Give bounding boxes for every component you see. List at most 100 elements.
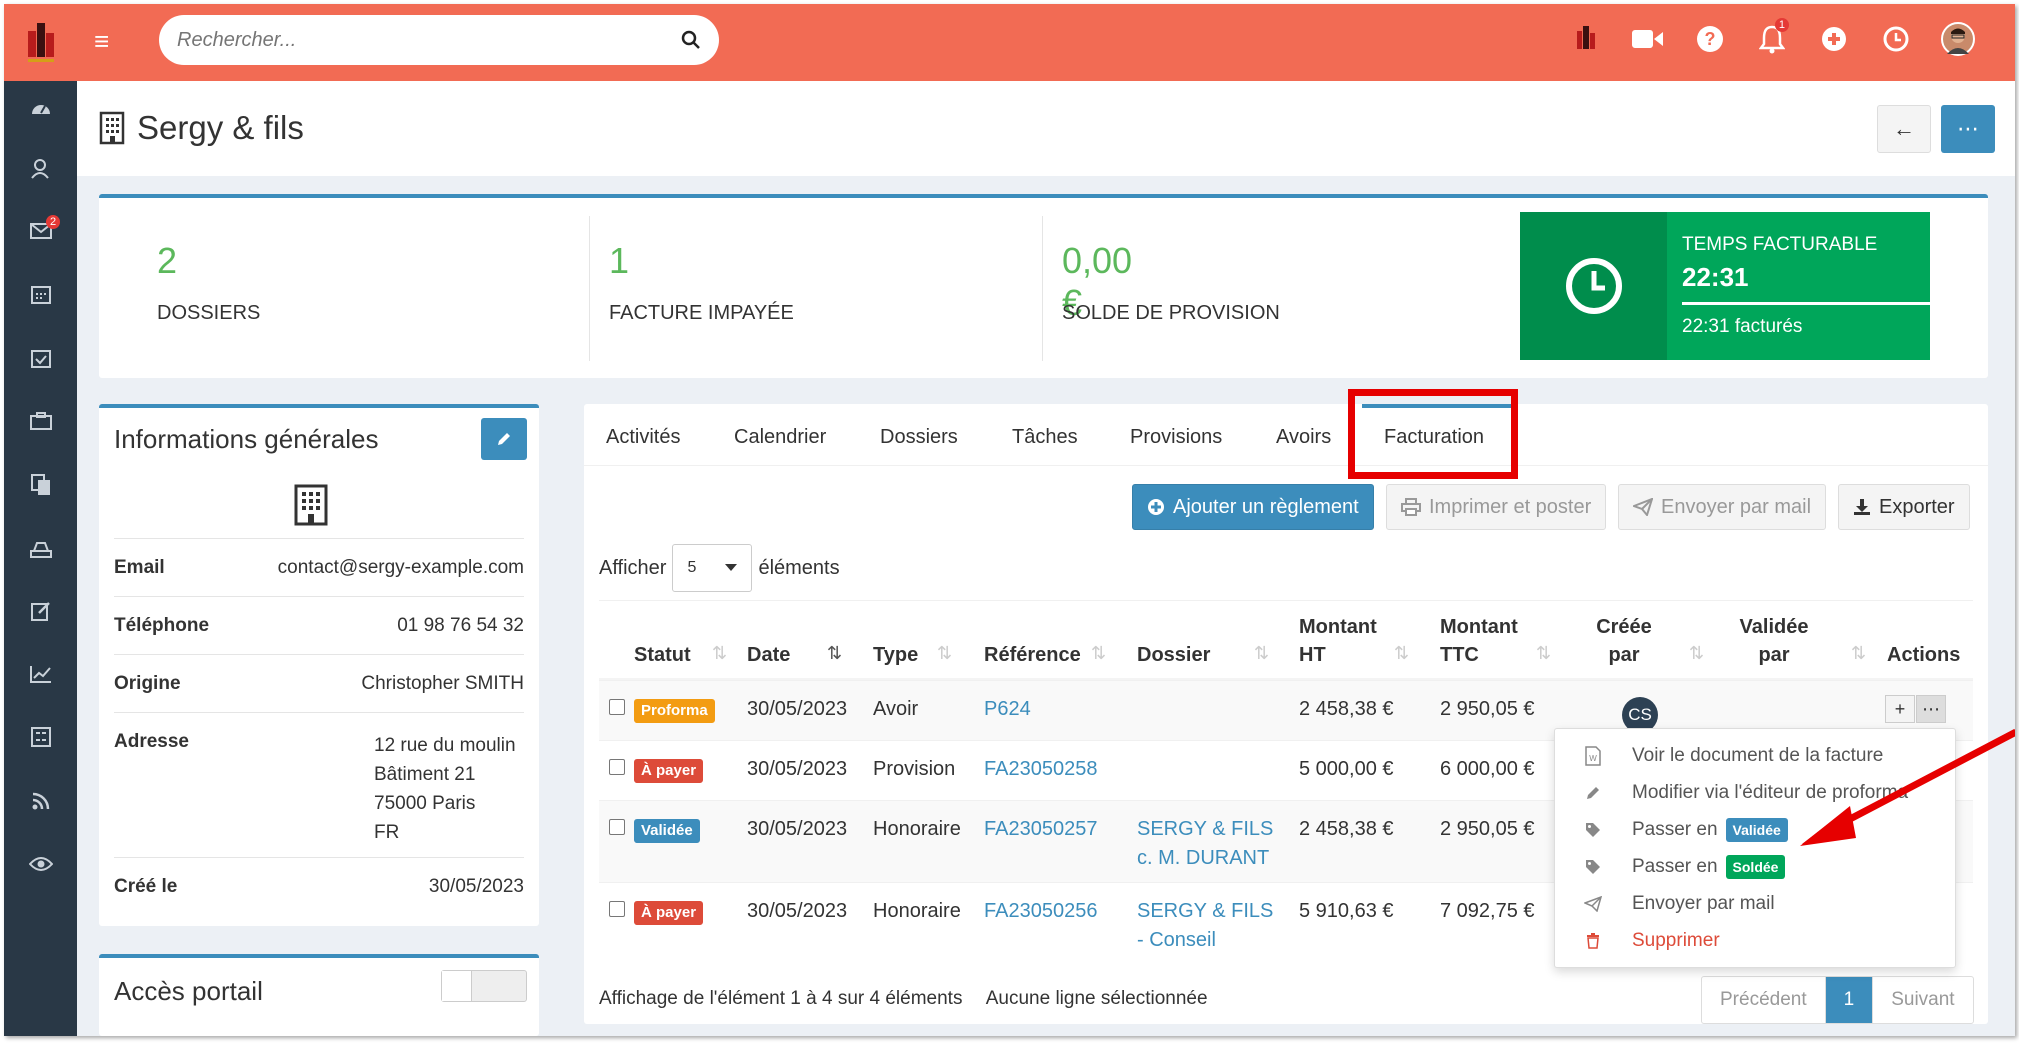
portal-toggle[interactable] (441, 970, 527, 1002)
col-montant-ttc[interactable]: Montant TTC (1440, 613, 1518, 669)
menu-item-set-soldee[interactable]: Passer en Soldée (1555, 848, 1957, 885)
menu-item-delete[interactable]: Supprimer (1555, 922, 1957, 959)
col-actions: Actions (1887, 644, 1961, 666)
sidebar-item-dashboard[interactable] (4, 87, 77, 127)
col-validee-par[interactable]: Validée par (1729, 613, 1819, 669)
stat-label: FACTURE IMPAYÉE (609, 302, 794, 324)
sort-icon[interactable]: ⇅ (1394, 643, 1409, 664)
row-checkbox[interactable] (609, 759, 625, 775)
sort-icon[interactable]: ⇅ (712, 643, 727, 664)
stat-label: SOLDE DE PROVISION (1062, 302, 1280, 324)
search-bar (159, 15, 719, 65)
sort-desc-icon[interactable]: ⇅ (827, 643, 842, 664)
info-key: Origine (114, 673, 181, 694)
sidebar-item-calculator[interactable] (4, 717, 77, 757)
calculator-icon (30, 727, 51, 747)
tab-activites[interactable]: Activités (606, 426, 680, 449)
notification-bell-icon[interactable]: 1 (1755, 18, 1789, 56)
sidebar-item-notes[interactable] (4, 591, 77, 631)
col-type[interactable]: Type (873, 641, 918, 669)
row-more-button[interactable]: ⋯ (1916, 695, 1946, 723)
back-button[interactable]: ← (1877, 105, 1931, 153)
send-mail-button[interactable]: Envoyer par mail (1618, 484, 1827, 530)
app-logo[interactable] (4, 4, 77, 81)
col-statut[interactable]: Statut (634, 641, 691, 669)
video-icon[interactable] (1631, 22, 1665, 56)
edit-info-button[interactable] (481, 418, 527, 460)
info-value[interactable]: 01 98 76 54 32 (397, 615, 524, 637)
sort-icon[interactable]: ⇅ (1536, 643, 1551, 664)
pencil-icon (498, 433, 510, 445)
cell-reference-link[interactable]: FA23050256 (984, 897, 1097, 925)
tab-taches[interactable]: Tâches (1012, 426, 1078, 449)
col-dossier[interactable]: Dossier (1137, 641, 1210, 669)
cell-reference-link[interactable]: FA23050258 (984, 755, 1097, 783)
menu-item-send-mail[interactable]: Envoyer par mail (1555, 885, 1957, 922)
cell-dossier-link[interactable]: SERGY & FILS - Conseil (1137, 897, 1273, 955)
temps-sub: 22:31 facturés (1682, 316, 1803, 337)
tab-provisions[interactable]: Provisions (1130, 426, 1222, 449)
sort-icon[interactable]: ⇅ (1091, 643, 1106, 664)
col-montant-ht[interactable]: Montant HT (1299, 613, 1377, 669)
page-length-select[interactable]: 5 (672, 544, 753, 592)
row-checkbox[interactable] (609, 819, 625, 835)
cell-date: 30/05/2023 (747, 818, 848, 840)
divider (1042, 216, 1043, 361)
col-montant-ht-line2: HT (1299, 644, 1326, 666)
clock-icon[interactable] (1879, 22, 1913, 56)
search-input[interactable] (177, 28, 681, 52)
sidebar-item-contacts[interactable] (4, 149, 77, 189)
tab-calendrier[interactable]: Calendrier (734, 426, 826, 449)
brand-icon[interactable] (1569, 22, 1603, 56)
sidebar-item-calendar[interactable] (4, 274, 77, 314)
sidebar-item-documents[interactable] (4, 465, 77, 505)
info-value[interactable]: contact@sergy-example.com (278, 557, 524, 579)
sort-icon[interactable]: ⇅ (1851, 643, 1866, 664)
sidebar-item-mail[interactable]: 2 (4, 211, 77, 251)
cell-dossier-link[interactable]: SERGY & FILS c. M. DURANT (1137, 815, 1273, 873)
help-icon[interactable]: ? (1693, 22, 1727, 56)
sidebar-item-billing[interactable] (4, 528, 77, 568)
ellipsis-icon: ⋯ (1957, 116, 1979, 141)
menu-toggle-icon[interactable]: ≡ (94, 28, 116, 54)
sidebar-item-view[interactable] (4, 844, 77, 884)
cell-reference-link[interactable]: P624 (984, 695, 1031, 723)
col-creee-par[interactable]: Créée par (1584, 613, 1664, 669)
col-validee-line2: par (1758, 644, 1790, 666)
add-circle-icon[interactable] (1817, 22, 1851, 56)
temps-facturable-box[interactable]: TEMPS FACTURABLE 22:31 22:31 facturés (1520, 212, 1930, 360)
col-reference[interactable]: Référence (984, 641, 1081, 669)
sidebar-item-tasks[interactable] (4, 338, 77, 378)
dossier-line: SERGY & FILS (1137, 900, 1274, 922)
menu-item-label: Passer en (1632, 855, 1718, 877)
col-date[interactable]: Date (747, 641, 790, 669)
print-post-button[interactable]: Imprimer et poster (1386, 484, 1607, 530)
sort-icon[interactable]: ⇅ (1254, 643, 1269, 664)
add-payment-button[interactable]: Ajouter un règlement (1132, 484, 1374, 530)
sidebar-item-cases[interactable] (4, 401, 77, 441)
cell-montant-ht: 2 458,38 € (1299, 818, 1394, 840)
pagination-next[interactable]: Suivant (1873, 977, 1972, 1023)
sort-icon[interactable]: ⇅ (1689, 643, 1704, 664)
pagination-page-1[interactable]: 1 (1825, 977, 1874, 1023)
sort-icon[interactable]: ⇅ (937, 643, 952, 664)
cell-reference-link[interactable]: FA23050257 (984, 815, 1097, 843)
sidebar-item-stats[interactable] (4, 654, 77, 694)
row-checkbox[interactable] (609, 901, 625, 917)
col-creee-line1: Créée (1596, 616, 1652, 638)
dashboard-icon (31, 105, 50, 114)
cell-montant-ht: 2 458,38 € (1299, 698, 1394, 720)
address-line: 12 rue du moulin (374, 735, 516, 756)
mail-badge: 2 (46, 215, 61, 229)
export-button[interactable]: Exporter (1838, 484, 1970, 530)
search-icon[interactable] (681, 30, 701, 50)
col-montant-ht-line1: Montant (1299, 616, 1377, 638)
row-checkbox[interactable] (609, 699, 625, 715)
tab-dossiers[interactable]: Dossiers (880, 426, 958, 449)
tab-avoirs[interactable]: Avoirs (1276, 426, 1331, 449)
user-avatar[interactable] (1941, 22, 1975, 56)
sidebar-item-feed[interactable] (4, 781, 77, 821)
pagination-previous[interactable]: Précédent (1702, 977, 1826, 1023)
more-options-button[interactable]: ⋯ (1941, 105, 1995, 153)
row-add-button[interactable]: + (1885, 695, 1915, 723)
